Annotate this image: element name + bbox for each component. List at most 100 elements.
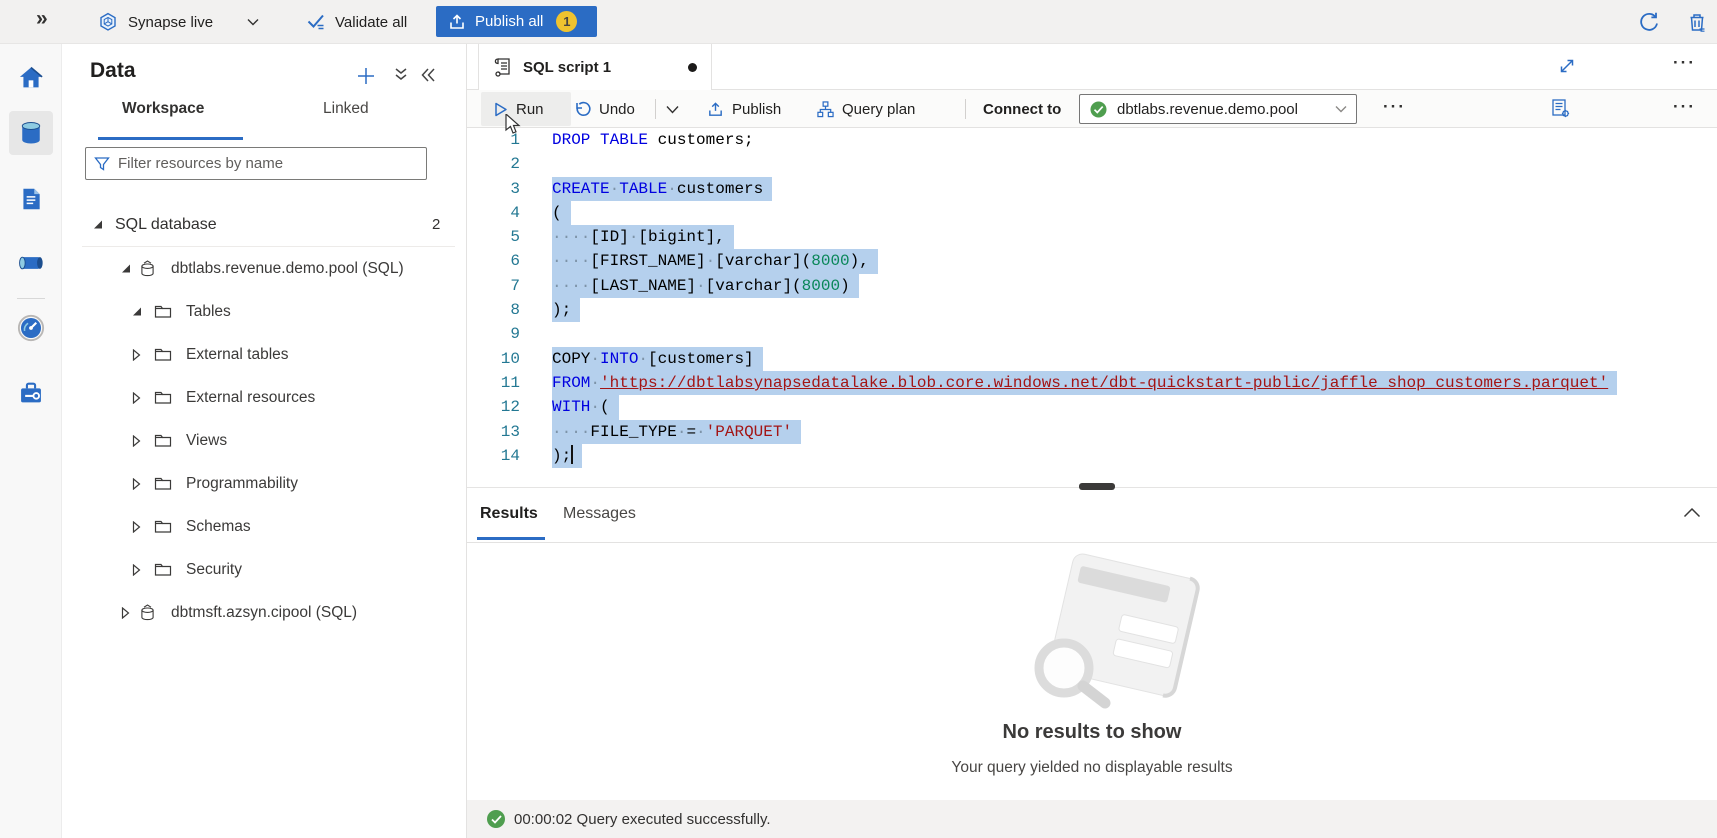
line-number: 4: [467, 201, 520, 225]
code-lines: 1DROP TABLE customers;23 CREATE·TABLE·cus…: [467, 128, 1717, 468]
folder-icon: [154, 432, 172, 450]
tab-linked[interactable]: Linked: [323, 100, 369, 136]
code-line-8[interactable]: 8);: [467, 298, 1717, 322]
code-line-9[interactable]: 9: [467, 322, 1717, 346]
document-icon: [18, 186, 44, 212]
filter-resources-input[interactable]: [118, 155, 418, 172]
chevron-expanded-icon[interactable]: [91, 219, 103, 231]
run-options-chevron[interactable]: [666, 90, 679, 128]
chevron-expanded-icon[interactable]: [130, 306, 142, 318]
line-number: 14: [467, 444, 520, 468]
rail-divider: [17, 298, 45, 299]
more-toolbar-icon[interactable]: ···: [1673, 97, 1696, 117]
rail-item-develop[interactable]: [9, 177, 53, 221]
rail-item-monitor[interactable]: [9, 306, 53, 350]
tree-item-external-resources[interactable]: External resources: [62, 376, 467, 419]
code-line-6[interactable]: 6····[FIRST_NAME]·[varchar](8000),: [467, 249, 1717, 273]
rail-item-integrate[interactable]: [9, 241, 53, 285]
chevron-expanded-icon[interactable]: [119, 263, 131, 275]
code-line-13[interactable]: 13····FILE_TYPE·=·'PARQUET': [467, 420, 1717, 444]
rail-item-data[interactable]: [9, 111, 53, 155]
trash-icon[interactable]: [1686, 11, 1708, 33]
more-commands-icon[interactable]: ···: [1383, 97, 1406, 117]
splitter-drag-handle[interactable]: [1079, 483, 1115, 490]
panel-title: Data: [90, 59, 136, 83]
home-icon: [17, 64, 45, 92]
chevron-collapsed-icon[interactable]: [130, 564, 142, 576]
publish-all-button[interactable]: Publish all 1: [436, 6, 597, 37]
tree-item-external-tables[interactable]: External tables: [62, 333, 467, 376]
connect-to-dropdown[interactable]: dbtlabs.revenue.demo.pool: [1079, 94, 1357, 124]
tree-item-security[interactable]: Security: [62, 548, 467, 591]
properties-icon[interactable]: [1550, 98, 1572, 120]
code-line-2[interactable]: 2: [467, 152, 1717, 176]
connect-to-label: Connect to: [983, 90, 1061, 128]
synapse-live-selector[interactable]: Synapse live: [98, 0, 259, 44]
chevron-collapsed-icon[interactable]: [130, 349, 142, 361]
no-results-subtitle: Your query yielded no displayable result…: [467, 759, 1717, 777]
rail-item-home[interactable]: [9, 56, 53, 100]
collapse-results-icon[interactable]: [1683, 507, 1703, 527]
query-plan-button[interactable]: Query plan: [817, 90, 915, 128]
sql-code-editor[interactable]: 1DROP TABLE customers;23 CREATE·TABLE·cus…: [467, 128, 1717, 485]
tree-item-views[interactable]: Views: [62, 419, 467, 462]
more-actions-icon[interactable]: ···: [1673, 53, 1696, 73]
no-results-title: No results to show: [467, 721, 1717, 744]
sql-pool-icon: [139, 260, 157, 278]
expand-editor-icon[interactable]: [1557, 56, 1579, 78]
publish-button[interactable]: Publish: [707, 90, 781, 128]
sql-script-icon: [493, 57, 511, 77]
chevron-collapsed-icon[interactable]: [119, 607, 131, 619]
unsaved-dot: [688, 63, 697, 72]
query-plan-icon: [817, 101, 834, 118]
publish-label: Publish: [732, 101, 781, 118]
line-number: 5: [467, 225, 520, 249]
tab-sql-script-1[interactable]: SQL script 1: [478, 44, 712, 90]
code-line-11[interactable]: 11FROM·'https://dbtlabsynapsedatalake.bl…: [467, 371, 1717, 395]
tree-item-dbtlabs-revenue-demo-pool-sql[interactable]: dbtlabs.revenue.demo.pool (SQL): [62, 247, 467, 290]
code-line-10[interactable]: 10COPY·INTO·[customers]: [467, 347, 1717, 371]
line-number: 3: [467, 177, 520, 201]
collapse-panel-icon[interactable]: [418, 65, 440, 87]
code-line-12[interactable]: 12WITH·(: [467, 395, 1717, 419]
tab-workspace[interactable]: Workspace: [122, 100, 204, 136]
line-number: 7: [467, 274, 520, 298]
code-line-5[interactable]: 5 ····[ID]·[bigint],: [467, 225, 1717, 249]
undo-button[interactable]: Undo: [573, 90, 635, 128]
connected-check-icon: [1090, 101, 1107, 118]
folder-icon: [154, 475, 172, 493]
expand-menu-icon[interactable]: »: [36, 7, 48, 31]
tree-items: dbtlabs.revenue.demo.pool (SQL)TablesExt…: [62, 247, 467, 634]
sql-pool-icon: [139, 604, 157, 622]
tab-results[interactable]: Results: [480, 505, 538, 523]
gauge-icon: [17, 314, 45, 342]
run-button[interactable]: Run: [481, 92, 571, 126]
tab-messages[interactable]: Messages: [563, 505, 636, 523]
tree-item-programmability[interactable]: Programmability: [62, 462, 467, 505]
chevron-collapsed-icon[interactable]: [130, 435, 142, 447]
tree-item-sql-database[interactable]: SQL database 2: [62, 203, 467, 246]
collapse-all-icon[interactable]: [391, 65, 413, 87]
results-panel: Results Messages: [467, 495, 1717, 800]
tree-item-schemas[interactable]: Schemas: [62, 505, 467, 548]
code-text: ····[ID]·[bigint],: [552, 225, 734, 249]
tree-item-dbtmsft-azsyn-cipool-sql[interactable]: dbtmsft.azsyn.cipool (SQL): [62, 591, 467, 634]
undo-label: Undo: [599, 101, 635, 118]
rail-item-manage[interactable]: [9, 371, 53, 415]
code-line-7[interactable]: 7····[LAST_NAME]·[varchar](8000): [467, 274, 1717, 298]
validate-all-button[interactable]: Validate all: [306, 0, 407, 44]
add-resource-button[interactable]: [355, 65, 377, 87]
synapse-live-label: Synapse live: [128, 14, 213, 31]
toolbar-separator: [965, 99, 966, 119]
code-line-4[interactable]: 4(: [467, 201, 1717, 225]
chevron-collapsed-icon[interactable]: [130, 392, 142, 404]
chevron-collapsed-icon[interactable]: [130, 478, 142, 490]
code-text: CREATE·TABLE·customers: [552, 177, 772, 201]
resource-tree: SQL database 2 dbtlabs.revenue.demo.pool…: [62, 203, 467, 634]
tree-item-tables[interactable]: Tables: [62, 290, 467, 333]
code-line-14[interactable]: 14);: [467, 444, 1717, 468]
code-line-1[interactable]: 1DROP TABLE customers;: [467, 128, 1717, 152]
refresh-icon[interactable]: [1638, 11, 1660, 33]
code-line-3[interactable]: 3 CREATE·TABLE·customers: [467, 177, 1717, 201]
chevron-collapsed-icon[interactable]: [130, 521, 142, 533]
